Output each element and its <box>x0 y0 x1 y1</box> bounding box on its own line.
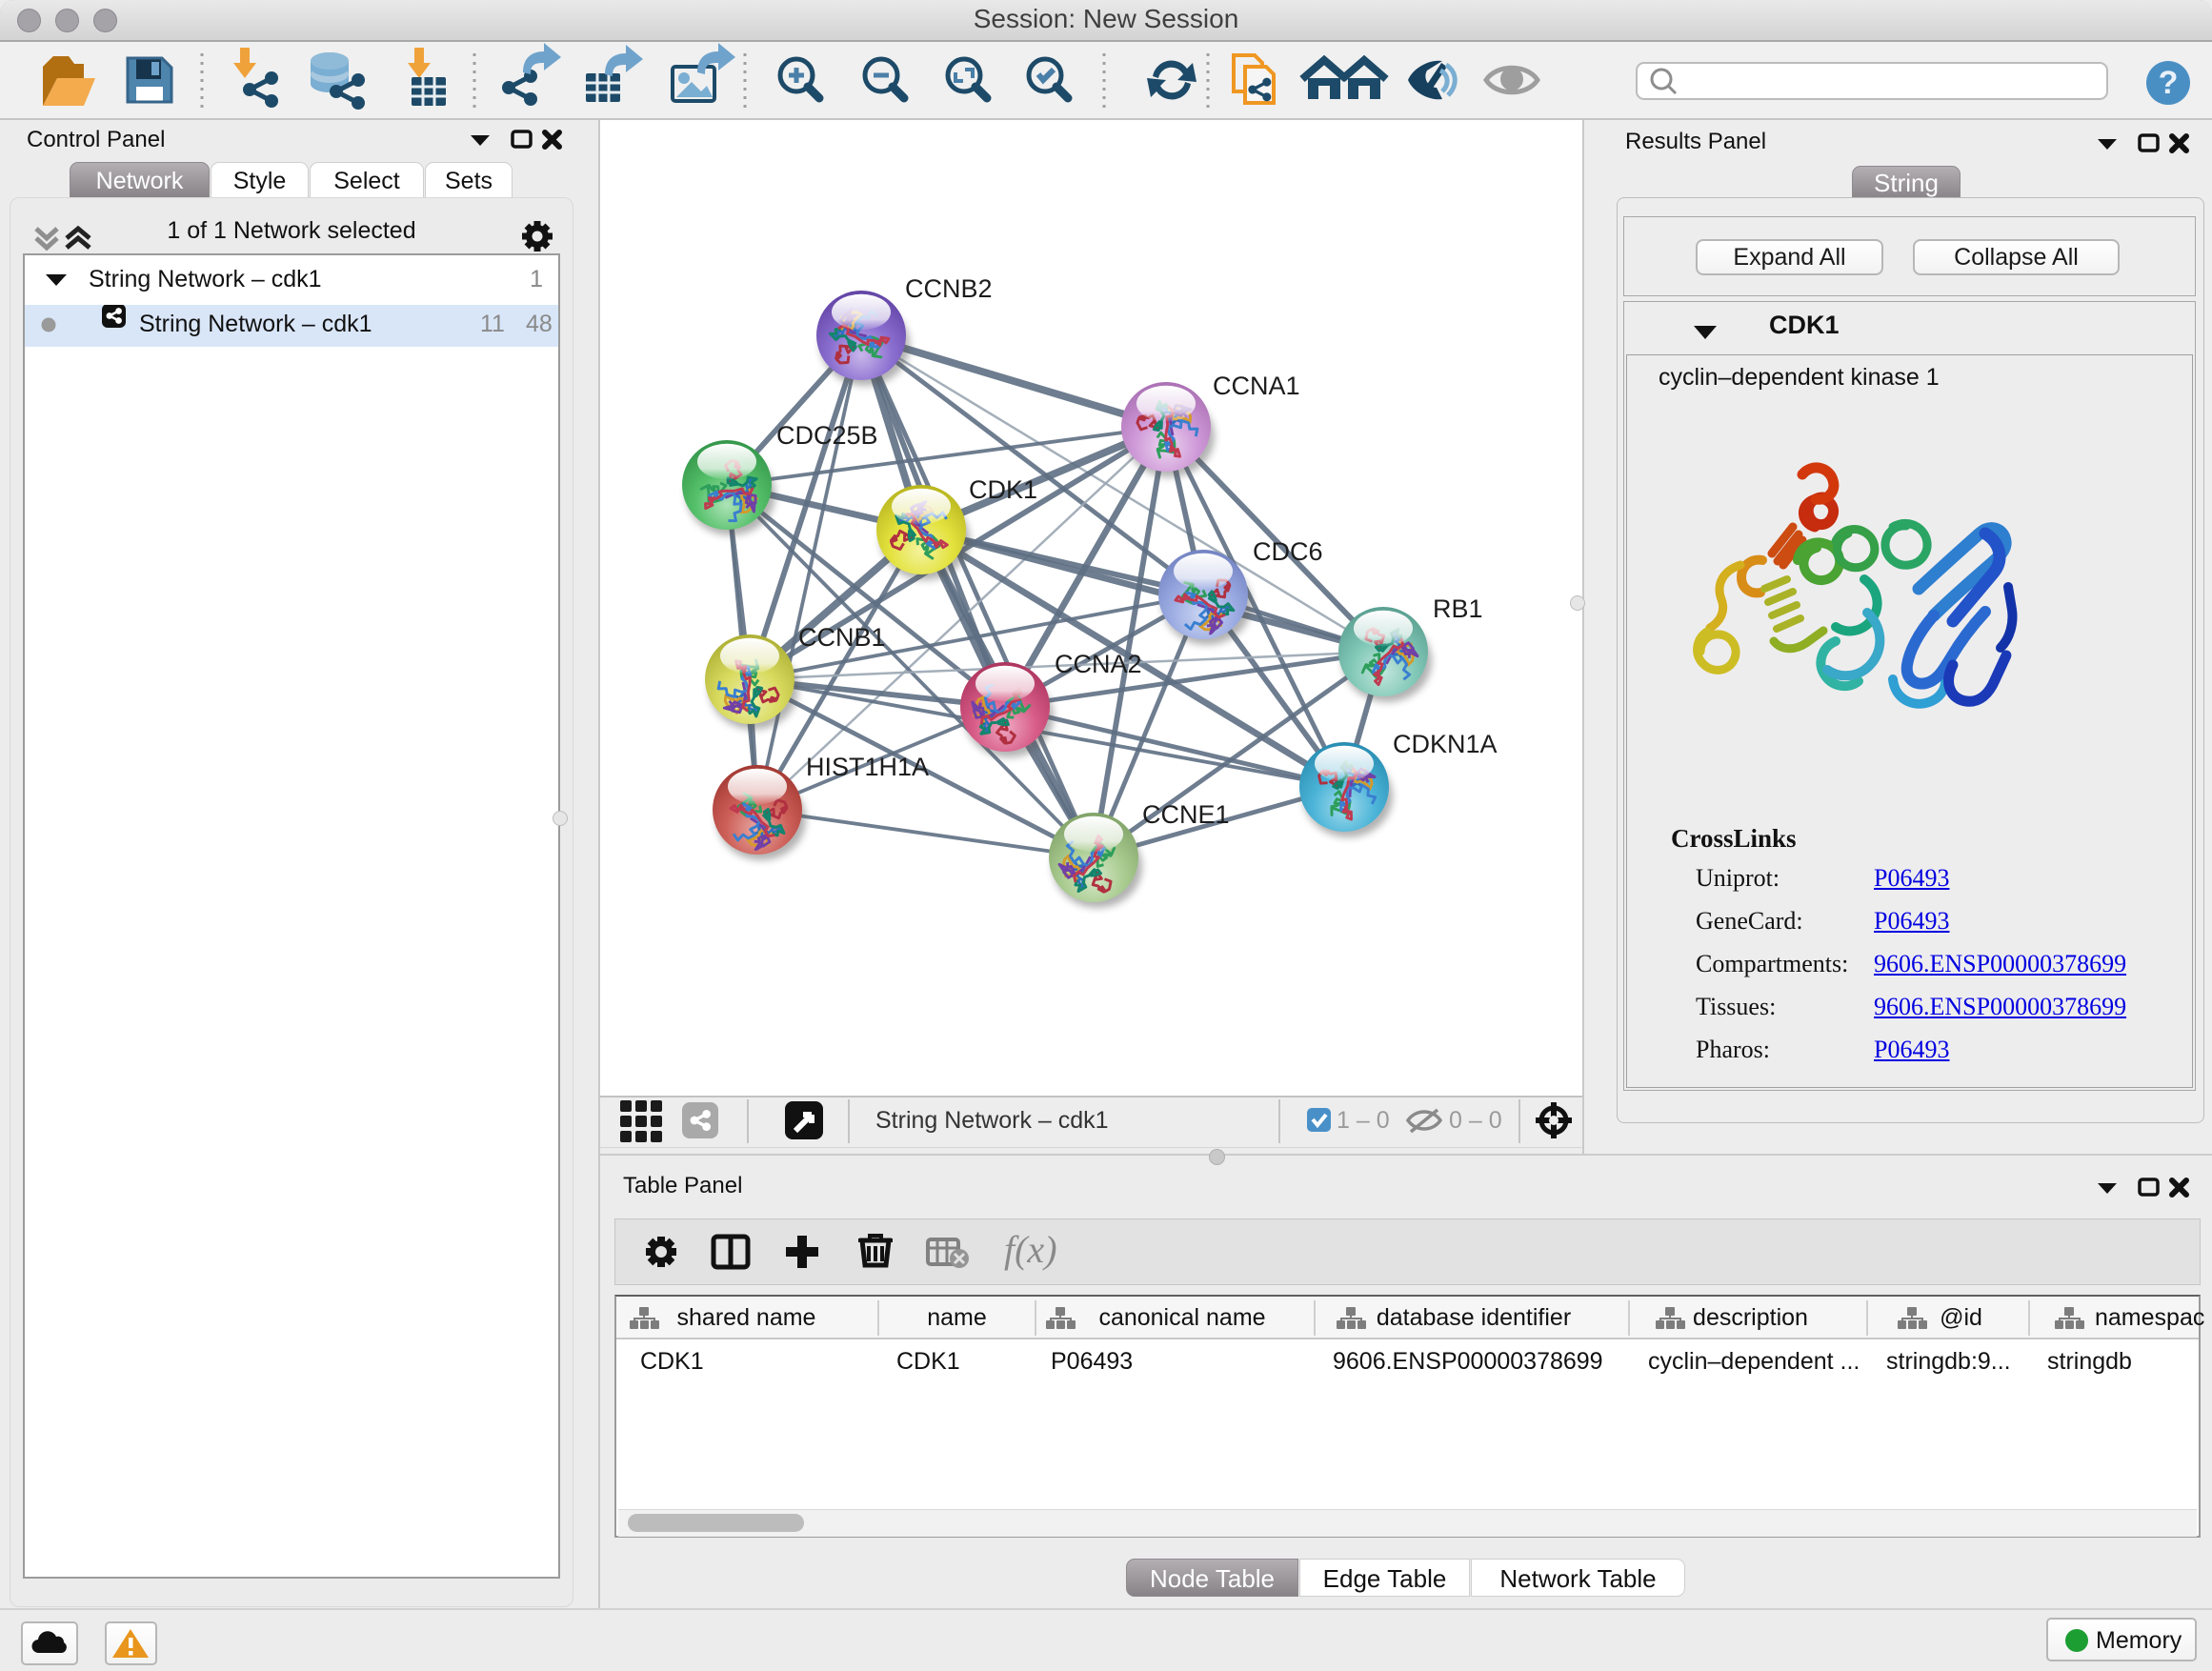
svg-text:CCNB2: CCNB2 <box>905 274 993 303</box>
svg-text:RB1: RB1 <box>1433 594 1483 623</box>
svg-text:CDC25B: CDC25B <box>776 421 878 450</box>
svg-text:?: ? <box>2159 65 2179 101</box>
svg-text:CCNA1: CCNA1 <box>1213 372 1300 400</box>
svg-text:CCNE1: CCNE1 <box>1142 800 1230 829</box>
svg-text:CCNB1: CCNB1 <box>798 623 886 652</box>
svg-text:HIST1H1A: HIST1H1A <box>806 753 929 781</box>
svg-text:CDC6: CDC6 <box>1253 537 1323 566</box>
svg-text:CDK1: CDK1 <box>969 475 1037 504</box>
svg-text:CCNA2: CCNA2 <box>1055 650 1142 678</box>
svg-text:CDKN1A: CDKN1A <box>1393 730 1498 758</box>
